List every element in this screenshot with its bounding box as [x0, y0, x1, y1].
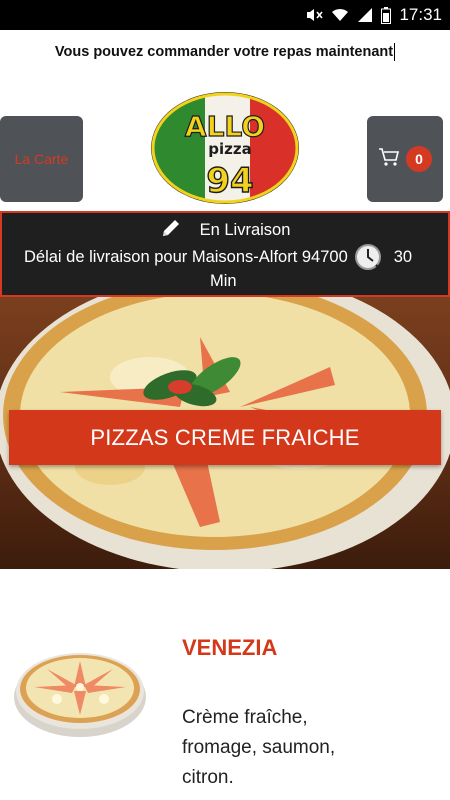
battery-icon — [381, 6, 392, 24]
product-description: Crème fraîche, fromage, saumon, citron. — [182, 707, 336, 788]
delivery-delay-value: 30 — [393, 247, 413, 266]
category-title: PIZZAS CREME FRAICHE — [90, 424, 360, 450]
allo-pizza-logo[interactable]: ALLO pizza 94 — [150, 92, 300, 204]
delivery-info[interactable]: En Livraison Délai de livraison pour Mai… — [0, 211, 450, 297]
status-time: 17:31 — [399, 5, 442, 24]
product-name: VENEZIA — [182, 635, 278, 660]
signal-icon — [357, 7, 373, 23]
delivery-delay-unit: Min — [210, 272, 237, 290]
order-now-banner: Vous pouvez commander votre repas mainte… — [0, 30, 450, 74]
logo-text-pizza: pizza — [208, 140, 251, 158]
la-carte-label: La Carte — [14, 151, 69, 167]
delivery-mode: En Livraison — [199, 221, 291, 239]
logo-text-94: 94 — [206, 161, 253, 201]
product-image[interactable] — [12, 647, 148, 739]
clock-icon — [354, 243, 382, 271]
cart-button[interactable]: 0 — [367, 116, 443, 202]
text-caret — [394, 43, 396, 61]
product-item[interactable]: VENEZIA Crème fraîche, fromage, saumon, … — [0, 569, 450, 800]
banner-text: Vous pouvez commander votre repas mainte… — [54, 44, 394, 60]
status-bar: 17:31 — [0, 0, 450, 30]
category-banner[interactable]: PIZZAS CREME FRAICHE — [9, 410, 441, 465]
cart-icon — [378, 147, 400, 172]
mute-icon — [305, 7, 324, 23]
delivery-delay-text: Délai de livraison pour Maisons-Alfort 9… — [24, 247, 348, 266]
pencil-icon[interactable] — [160, 217, 182, 244]
cart-count-badge: 0 — [406, 146, 432, 172]
logo-text-allo: ALLO — [185, 110, 265, 143]
wifi-icon — [331, 7, 349, 23]
la-carte-button[interactable]: La Carte — [0, 116, 83, 202]
